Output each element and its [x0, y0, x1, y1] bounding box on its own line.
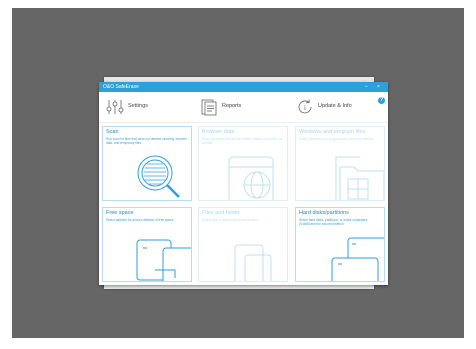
tile-scan[interactable]: Scan Run scan for files that were not de… [102, 126, 192, 201]
update-info-label: Update & Info [318, 103, 352, 109]
reports-label: Reports [222, 103, 242, 109]
reports-button[interactable]: Reports [200, 98, 260, 116]
app-window: O&O SafeErase – × Settings Reports i Upd… [99, 82, 388, 285]
window-title: O&O SafeErase [103, 84, 139, 90]
drive-stack-icon [136, 239, 191, 281]
tile-browser-data[interactable]: Browser data Select browsers that will b… [198, 126, 288, 201]
hard-disk-icon [331, 237, 384, 281]
tile-free-space[interactable]: Free space Select partition for secure d… [102, 207, 192, 282]
close-button[interactable]: × [377, 83, 380, 91]
sliders-icon [106, 100, 124, 114]
settings-label: Settings [128, 103, 148, 109]
mouse-cursor-icon [400, 0, 410, 9]
toolbar: Settings Reports i Update & Info ? [99, 92, 388, 123]
update-info-button[interactable]: i Update & Info [296, 98, 371, 116]
windows-folder-icon [335, 156, 384, 200]
magnifier-document-icon [137, 155, 180, 198]
title-bar[interactable]: O&O SafeErase – × [99, 82, 388, 92]
report-document-icon [201, 99, 217, 116]
refresh-info-icon: i [298, 99, 312, 114]
tile-files-folder[interactable]: Files and folder Select files or folders… [198, 207, 288, 282]
tile-hard-disks-partitions[interactable]: Hard disks/partitions Select hard disks,… [295, 207, 385, 282]
minimize-button[interactable]: – [365, 83, 368, 91]
settings-button[interactable]: Settings [106, 98, 166, 116]
svg-text:i: i [304, 104, 306, 112]
tile-grid: Scan Run scan for files that were not de… [102, 126, 385, 282]
folder-icon [234, 244, 272, 281]
globe-window-icon [228, 156, 274, 200]
tile-windows-program-files[interactable]: Windows and program files Select Windows… [295, 126, 385, 201]
help-button[interactable]: ? [378, 97, 385, 104]
